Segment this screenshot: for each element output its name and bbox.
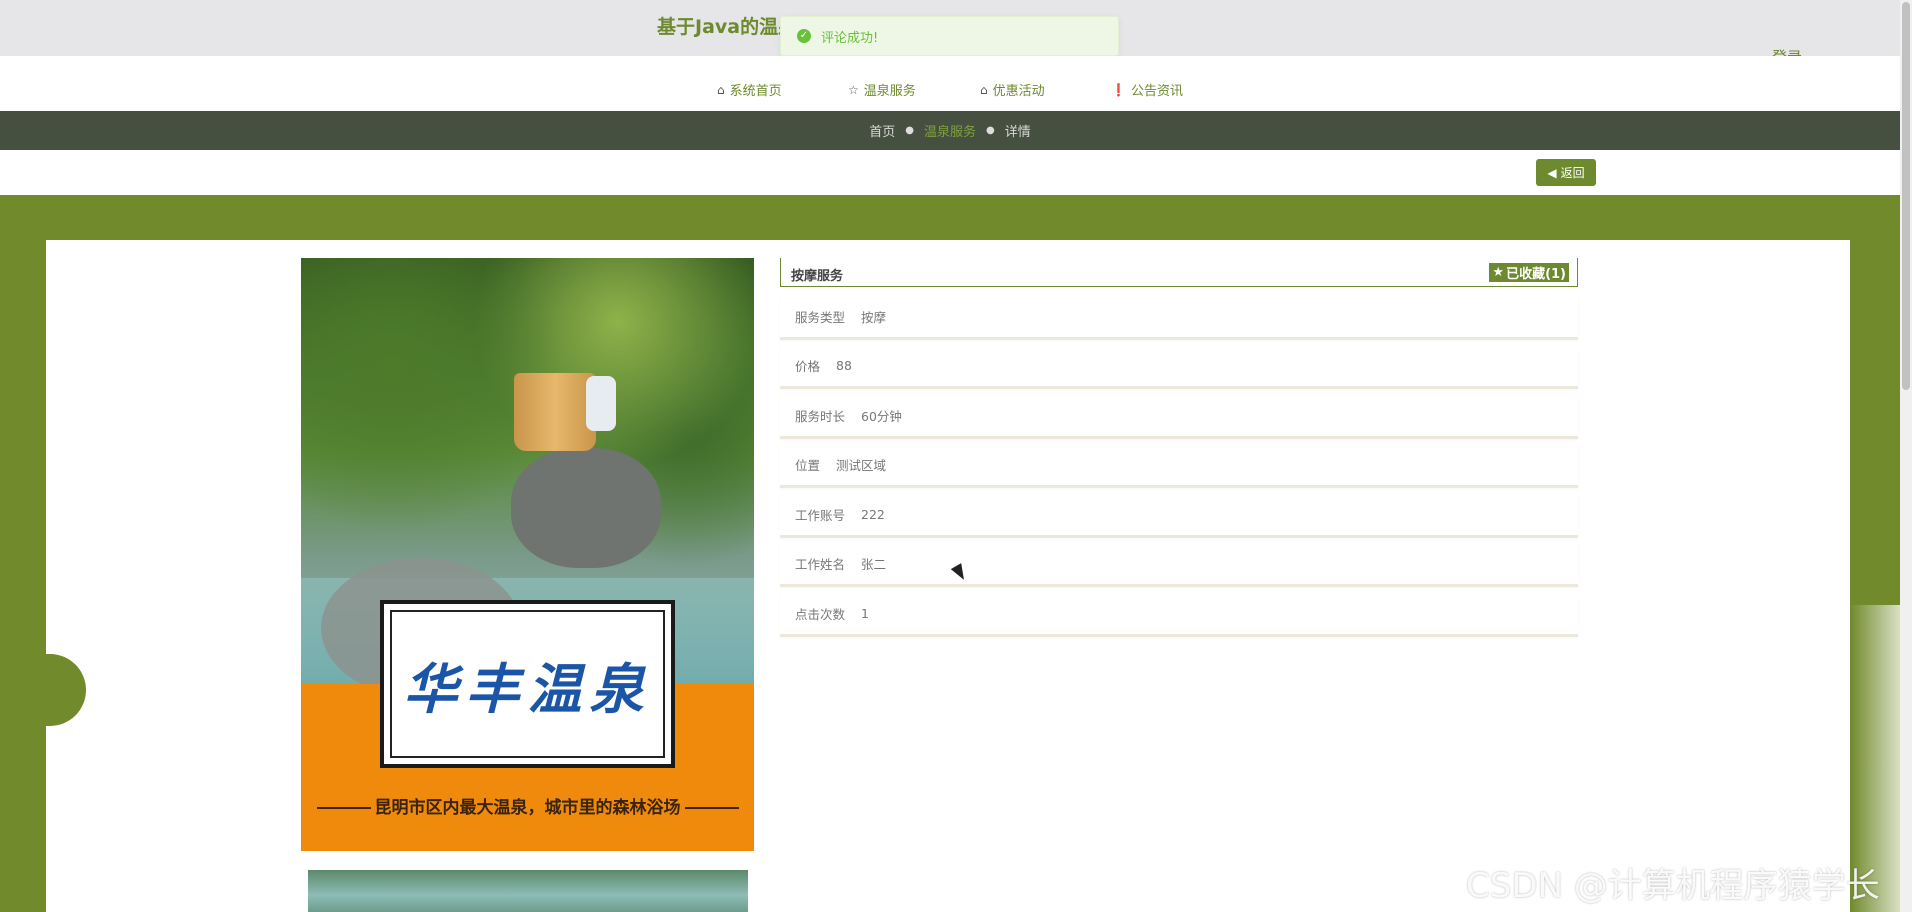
detail-field-staff-name: 工作姓名 张二 xyxy=(780,543,1578,587)
back-row: ◀ 返回 xyxy=(0,150,1900,195)
field-value: 88 xyxy=(836,358,852,373)
top-header: 基于Java的温泉 ✓ 评论成功! xyxy=(0,0,1912,56)
vertical-scrollbar[interactable] xyxy=(1900,0,1912,912)
success-toast: ✓ 评论成功! xyxy=(780,16,1119,56)
wooden-bucket-shape xyxy=(514,373,596,451)
field-label: 位置 xyxy=(795,458,821,473)
site-title: 基于Java的温泉 xyxy=(657,16,781,38)
field-value: 张二 xyxy=(861,557,887,572)
toast-message: 评论成功! xyxy=(821,30,879,46)
field-label: 工作姓名 xyxy=(795,557,846,572)
nav-item-promotions[interactable]: ⌂ 优惠活动 xyxy=(980,80,1045,100)
service-poster-image: 华丰温泉 昆明市区内最大温泉，城市里的森林浴场 xyxy=(301,258,754,851)
detail-field-price: 价格 88 xyxy=(780,345,1578,389)
favorite-button[interactable]: ★ 已收藏(1) xyxy=(1489,263,1569,282)
poster-slogan-text: 昆明市区内最大温泉，城市里的森林浴场 xyxy=(374,798,681,818)
field-value: 60分钟 xyxy=(861,409,902,424)
nav-item-label: 系统首页 xyxy=(729,84,782,99)
home-icon: ⌂ xyxy=(717,82,725,97)
field-label: 服务时长 xyxy=(795,409,846,424)
divider xyxy=(316,807,371,809)
poster-sign: 华丰温泉 xyxy=(380,600,675,768)
breadcrumb-home[interactable]: 首页 xyxy=(869,121,895,140)
field-label: 工作账号 xyxy=(795,508,846,523)
check-circle-icon: ✓ xyxy=(797,29,811,43)
detail-field-location: 位置 测试区域 xyxy=(780,444,1578,488)
caret-left-icon: ◀ xyxy=(1547,165,1557,180)
back-button[interactable]: ◀ 返回 xyxy=(1536,159,1596,186)
star-icon: ☆ xyxy=(848,82,859,97)
field-value: 按摩 xyxy=(861,310,887,325)
detail-field-staff-account: 工作账号 222 xyxy=(780,494,1578,538)
breadcrumb-section[interactable]: 温泉服务 xyxy=(924,121,976,140)
breadcrumb-current: 详情 xyxy=(1004,125,1031,140)
watermark: CSDN @计算机程序猿学长 xyxy=(1466,866,1880,906)
poster-sign-text: 华丰温泉 xyxy=(390,610,665,758)
detail-field-click-count: 点击次数 1 xyxy=(780,593,1578,637)
nav-item-label: 优惠活动 xyxy=(992,84,1045,99)
nav-item-label: 公告资讯 xyxy=(1130,84,1183,99)
field-value: 测试区域 xyxy=(836,458,887,473)
breadcrumb-separator: ● xyxy=(986,125,995,136)
main-nav: ⌂ 系统首页 ☆ 温泉服务 ⌂ 优惠活动 ❗ 公告资讯 xyxy=(0,56,1912,111)
field-label: 服务类型 xyxy=(795,310,846,325)
rock-shape xyxy=(511,448,661,568)
nav-item-hot-spring-services[interactable]: ☆ 温泉服务 xyxy=(848,80,916,100)
scrollbar-thumb[interactable] xyxy=(1902,2,1910,390)
field-label: 价格 xyxy=(795,359,821,374)
field-value: 222 xyxy=(861,507,885,522)
service-title: 按摩服务 xyxy=(791,269,844,284)
bag-icon: ⌂ xyxy=(980,82,988,97)
breadcrumb-separator: ● xyxy=(905,125,914,136)
nav-item-home[interactable]: ⌂ 系统首页 xyxy=(717,80,782,100)
detail-field-duration: 服务时长 60分钟 xyxy=(780,395,1578,439)
poster-slogan: 昆明市区内最大温泉，城市里的森林浴场 xyxy=(301,793,754,818)
field-value: 1 xyxy=(861,606,869,621)
back-button-label: 返回 xyxy=(1560,166,1585,180)
second-image-thumbnail xyxy=(308,870,748,912)
towel-shape xyxy=(586,376,616,431)
breadcrumb: 首页 ● 温泉服务 ● 详情 xyxy=(0,111,1900,150)
detail-field-service-type: 服务类型 按摩 xyxy=(780,296,1578,340)
favorite-button-label: 已收藏(1) xyxy=(1506,267,1566,282)
nav-item-announcements[interactable]: ❗ 公告资讯 xyxy=(1111,80,1183,100)
info-icon: ❗ xyxy=(1111,82,1126,97)
nav-item-label: 温泉服务 xyxy=(863,84,916,99)
star-icon: ★ xyxy=(1492,265,1505,280)
detail-header: 按摩服务 ★ 已收藏(1) xyxy=(780,258,1578,287)
divider xyxy=(684,807,739,809)
field-label: 点击次数 xyxy=(795,607,846,622)
